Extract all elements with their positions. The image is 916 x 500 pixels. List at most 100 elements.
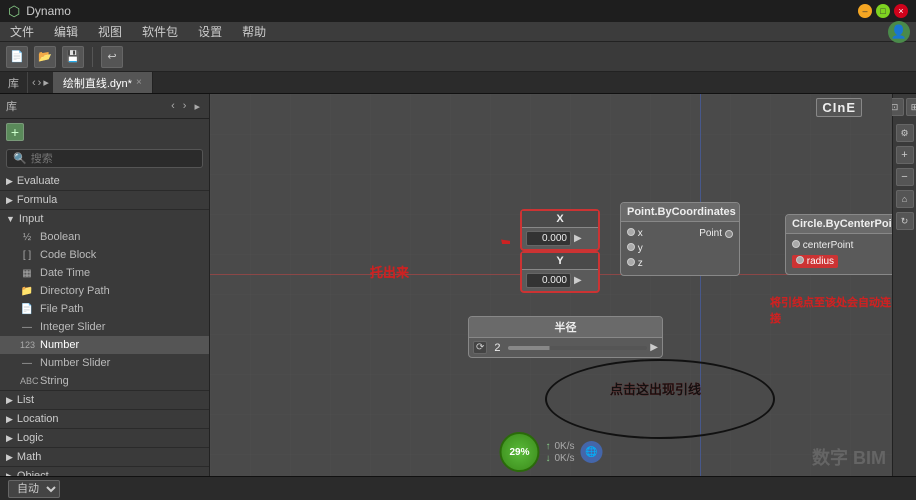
- sidebar-item-string[interactable]: ABC String: [0, 372, 209, 390]
- menu-file[interactable]: 文件: [6, 23, 38, 40]
- port-center-in[interactable]: [792, 240, 800, 248]
- new-button[interactable]: 📄: [6, 46, 28, 68]
- sidebar-item-filepath[interactable]: 📄 File Path: [0, 300, 209, 318]
- save-button[interactable]: 💾: [62, 46, 84, 68]
- menu-view[interactable]: 视图: [94, 23, 126, 40]
- sidebar-nav-right[interactable]: ›: [180, 99, 190, 114]
- stat-row-2: ↓ 0K/s: [545, 453, 574, 464]
- canvas-area[interactable]: X ▶ Y ▶ Point.ByCoordinates x Point: [210, 94, 892, 476]
- menu-settings[interactable]: 设置: [194, 23, 226, 40]
- radius-node-title: 半径: [469, 317, 662, 338]
- x-input-row: ▶: [522, 228, 598, 249]
- tab-nav-left[interactable]: ‹: [32, 77, 36, 89]
- stat-row-1: ↑ 0K/s: [545, 441, 574, 452]
- radius-slider[interactable]: [508, 346, 648, 350]
- circle-centerpoint-label: centerPoint: [792, 240, 853, 251]
- sidebar-nav-left[interactable]: ‹: [168, 99, 178, 114]
- chevron-right-icon3: ▶: [6, 395, 13, 406]
- chevron-right-icon6: ▶: [6, 452, 13, 463]
- undo-button[interactable]: ↩: [101, 46, 123, 68]
- filepath-label: File Path: [40, 303, 83, 315]
- canvas-bottom-controls: 29% ↑ 0K/s ↓ 0K/s 🌐: [499, 432, 602, 472]
- file-icon: 📄: [20, 304, 34, 315]
- toolbar: 📄 📂 💾 ↩: [0, 42, 916, 72]
- add-library-button[interactable]: +: [6, 123, 24, 141]
- close-button[interactable]: ×: [894, 4, 908, 18]
- section-formula-header[interactable]: ▶ Formula: [0, 191, 209, 209]
- chevron-right-icon: ▶: [6, 176, 13, 187]
- boolean-label: Boolean: [40, 231, 80, 243]
- section-formula-label: Formula: [17, 194, 57, 206]
- sidebar-item-number[interactable]: 123 Number: [0, 336, 209, 354]
- section-logic-header[interactable]: ▶ Logic: [0, 429, 209, 447]
- datetime-icon: ▦: [20, 268, 34, 279]
- point-port-z-label: z: [627, 258, 643, 269]
- port-y-in[interactable]: [627, 243, 635, 251]
- point-by-coordinates-node: Point.ByCoordinates x Point y z: [620, 202, 740, 276]
- view-btn-2[interactable]: ⊞: [906, 98, 916, 116]
- active-tab[interactable]: 绘制直线.dyn* ×: [53, 72, 153, 93]
- zoom-in-btn[interactable]: +: [896, 146, 914, 164]
- menu-edit[interactable]: 编辑: [50, 23, 82, 40]
- stats-box: ↑ 0K/s ↓ 0K/s: [545, 441, 574, 464]
- integerslider-icon: —: [20, 322, 34, 333]
- codeblock-icon: [ ]: [20, 250, 34, 261]
- section-math: ▶ Math: [0, 448, 209, 467]
- library-label: 库: [0, 72, 28, 93]
- circle-node-title: Circle.ByCenterPointRadius: [786, 215, 892, 234]
- radius-out-arrow: ▶: [650, 342, 658, 353]
- minimize-button[interactable]: –: [858, 4, 872, 18]
- radius-spin-button[interactable]: ⟳: [473, 341, 487, 354]
- section-list-header[interactable]: ▶ List: [0, 391, 209, 409]
- sidebar-nav-buttons: ‹ › ▸: [168, 99, 203, 114]
- run-button[interactable]: 29%: [499, 432, 539, 472]
- port-x-in[interactable]: [627, 228, 635, 236]
- x-value-input[interactable]: [526, 231, 571, 246]
- run-mode-dropdown[interactable]: 自动 手动: [8, 480, 60, 498]
- codeblock-label: Code Block: [40, 249, 96, 261]
- section-input-header[interactable]: ▼ Input: [0, 210, 209, 228]
- section-input: ▼ Input ½ Boolean [ ] Code Block ▦ Date …: [0, 210, 209, 391]
- sidebar-nav-more[interactable]: ▸: [191, 99, 203, 114]
- zoom-out-btn[interactable]: −: [896, 168, 914, 186]
- point-node-body: x Point y z: [621, 222, 739, 275]
- right-panel: ⊡ ⊞ ⚙ + − ⌂ ↻: [892, 94, 916, 476]
- x-arrow-icon: ▶: [574, 233, 582, 244]
- tab-label: 绘制直线.dyn*: [63, 75, 132, 91]
- circle-node-body: centerPoint Circle radius: [786, 234, 892, 274]
- tab-nav-right[interactable]: ›: [38, 77, 42, 89]
- reset-view-btn[interactable]: ↻: [896, 212, 914, 230]
- port-point-out[interactable]: [725, 230, 733, 238]
- open-button[interactable]: 📂: [34, 46, 56, 68]
- section-object-header[interactable]: ▶ Object: [0, 467, 209, 476]
- section-formula: ▶ Formula: [0, 191, 209, 210]
- section-input-label: Input: [19, 213, 43, 225]
- sidebar-item-datetime[interactable]: ▦ Date Time: [0, 264, 209, 282]
- maximize-button[interactable]: □: [876, 4, 890, 18]
- section-evaluate-header[interactable]: ▶ Evaluate: [0, 172, 209, 190]
- section-location-header[interactable]: ▶ Location: [0, 410, 209, 428]
- titlebar: ⬡ Dynamo – □ ×: [0, 0, 916, 22]
- section-list-label: List: [17, 394, 34, 406]
- port-z-in[interactable]: [627, 258, 635, 266]
- search-input[interactable]: [31, 153, 196, 165]
- port-radius-in[interactable]: [796, 256, 804, 264]
- tab-nav-more[interactable]: ▸: [43, 76, 49, 89]
- sidebar-item-numberslider[interactable]: — Number Slider: [0, 354, 209, 372]
- section-location: ▶ Location: [0, 410, 209, 429]
- user-avatar[interactable]: 👤: [888, 21, 910, 43]
- sidebar-item-directorypath[interactable]: 📁 Directory Path: [0, 282, 209, 300]
- sidebar-item-integerslider[interactable]: — Integer Slider: [0, 318, 209, 336]
- sidebar-item-boolean[interactable]: ½ Boolean: [0, 228, 209, 246]
- section-math-header[interactable]: ▶ Math: [0, 448, 209, 466]
- string-label: String: [40, 375, 69, 387]
- point-port-y: y: [621, 241, 739, 256]
- settings-btn[interactable]: ⚙: [896, 124, 914, 142]
- string-icon: ABC: [20, 376, 34, 386]
- y-value-input[interactable]: [526, 273, 571, 288]
- fit-view-btn[interactable]: ⌂: [896, 190, 914, 208]
- sidebar-item-codeblock[interactable]: [ ] Code Block: [0, 246, 209, 264]
- tab-close-button[interactable]: ×: [136, 77, 142, 88]
- menu-help[interactable]: 帮助: [238, 23, 270, 40]
- menu-packages[interactable]: 软件包: [138, 23, 182, 40]
